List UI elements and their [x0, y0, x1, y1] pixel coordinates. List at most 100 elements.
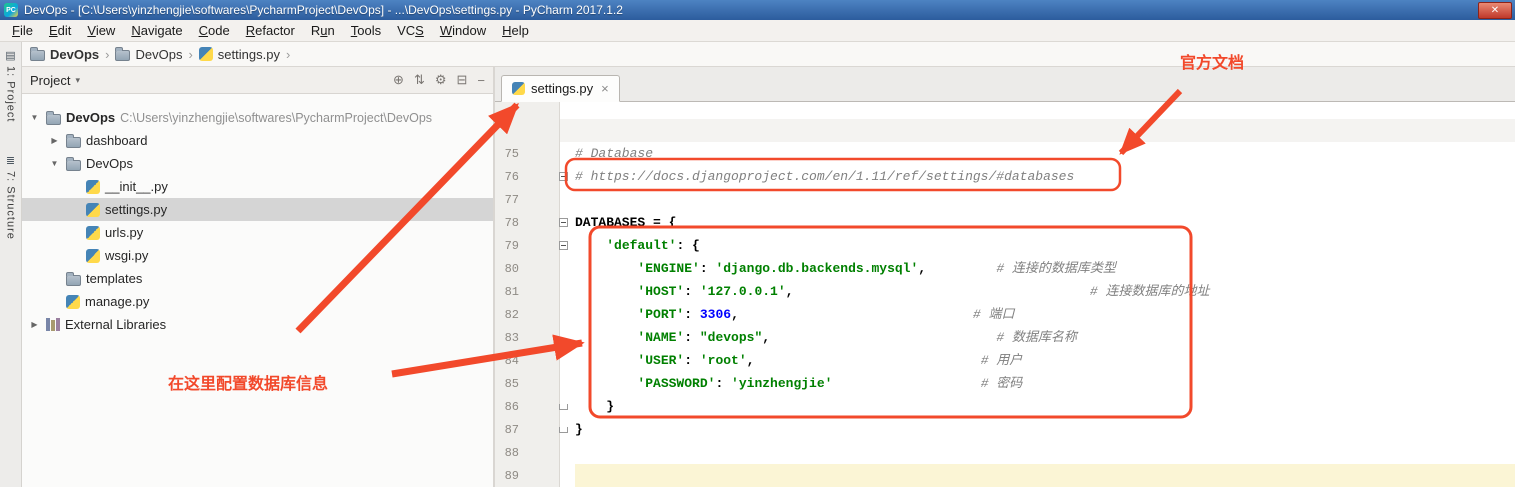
line-number[interactable]: 78 [495, 216, 559, 230]
tree-item--init-py[interactable]: __init__.py [22, 175, 493, 198]
chevron-collapsed-icon[interactable]: ▶ [48, 136, 61, 145]
menu-item-refactor[interactable]: Refactor [238, 21, 303, 40]
breadcrumb-label: DevOps [135, 47, 182, 62]
project-tool-icon: ▤ [5, 49, 15, 62]
tree-item-devops[interactable]: ▼DevOps C:\Users\yinzhengjie\softwares\P… [22, 106, 493, 129]
fold-start-icon[interactable] [559, 172, 575, 181]
chevron-expanded-icon[interactable]: ▼ [28, 113, 41, 122]
hide-panel-icon[interactable]: − [477, 73, 485, 88]
editor-line-75[interactable]: 75# Database [495, 142, 1515, 165]
python-icon [86, 226, 100, 240]
tree-item-label: urls.py [105, 225, 143, 240]
close-tab-icon[interactable]: × [601, 81, 609, 96]
collapse-all-icon[interactable]: ⊟ [457, 72, 468, 88]
line-number[interactable]: 81 [495, 285, 559, 299]
menu-item-tools[interactable]: Tools [343, 21, 389, 40]
project-panel-title: Project [30, 73, 70, 88]
content-row: Project ▾ ⊕ ⇅ ⚙ ⊟− ▼DevOps C:\Users\yinzhen… [22, 67, 1515, 487]
tree-item-urls-py[interactable]: urls.py [22, 221, 493, 244]
tree-item-label: External Libraries [65, 317, 166, 332]
code-text: DATABASES = { [575, 211, 1515, 234]
line-number[interactable]: 84 [495, 354, 559, 368]
editor[interactable]: 75# Database76# https://docs.djangoproje… [495, 102, 1515, 487]
editor-line-78[interactable]: 78 DATABASES = { [495, 211, 1515, 234]
editor-line-82[interactable]: 82 'PORT': 3306, # 端口 [495, 303, 1515, 326]
menu-item-code[interactable]: Code [191, 21, 238, 40]
line-number[interactable]: 75 [495, 147, 559, 161]
tree-item-label: __init__.py [105, 179, 168, 194]
editor-column: settings.py × 75# Database76# https://do… [495, 67, 1515, 487]
editor-line-88[interactable]: 88 [495, 441, 1515, 464]
breadcrumb-item-devops[interactable]: DevOps [30, 47, 99, 62]
code-text: 'NAME': "devops", # 数据库名称 [575, 326, 1515, 349]
tree-item-manage-py[interactable]: manage.py [22, 290, 493, 313]
tree-item-label: dashboard [86, 133, 147, 148]
menu-item-help[interactable]: Help [494, 21, 537, 40]
menu-item-vcs[interactable]: VCS [389, 21, 432, 40]
line-number[interactable]: 88 [495, 446, 559, 460]
editor-line-89[interactable]: 89 [495, 464, 1515, 487]
line-number[interactable]: 77 [495, 193, 559, 207]
editor-line-84[interactable]: 84 'USER': 'root', # 用户 [495, 349, 1515, 372]
line-number[interactable]: 83 [495, 331, 559, 345]
tab-settings-py[interactable]: settings.py × [501, 75, 620, 102]
breadcrumb-item-settings-py[interactable]: settings.py [199, 47, 280, 62]
editor-line-81[interactable]: 81 'HOST': '127.0.0.1', # 连接数据库的地址 [495, 280, 1515, 303]
chevron-down-icon[interactable]: ▾ [75, 75, 80, 86]
editor-line-79[interactable]: 79 'default': { [495, 234, 1515, 257]
project-panel: Project ▾ ⊕ ⇅ ⚙ ⊟− ▼DevOps C:\Users\yinzhen… [22, 67, 493, 487]
tree-item-label: settings.py [105, 202, 167, 217]
fold-start-icon[interactable] [559, 218, 575, 227]
breadcrumb-item-devops[interactable]: DevOps [115, 47, 182, 62]
chevron-right-icon: › [286, 47, 290, 62]
editor-line-77[interactable]: 77 [495, 188, 1515, 211]
menu-item-view[interactable]: View [79, 21, 123, 40]
tree-item-label: wsgi.py [105, 248, 148, 263]
locate-file-icon[interactable]: ⊕ [393, 72, 404, 88]
chevron-collapsed-icon[interactable]: ▶ [28, 320, 41, 329]
tab-label: settings.py [531, 81, 593, 96]
fold-end-icon[interactable] [559, 427, 575, 433]
tool-window-structure-button[interactable]: ≣ 7: Structure [5, 151, 17, 243]
line-number[interactable]: 87 [495, 423, 559, 437]
tree-item-devops[interactable]: ▼ DevOps [22, 152, 493, 175]
project-tool-label: 1: Project [5, 66, 17, 122]
editor-line-86[interactable]: 86 } [495, 395, 1515, 418]
line-number[interactable]: 76 [495, 170, 559, 184]
tree-item-wsgi-py[interactable]: wsgi.py [22, 244, 493, 267]
line-number[interactable]: 82 [495, 308, 559, 322]
line-number[interactable]: 79 [495, 239, 559, 253]
chevron-expanded-icon[interactable]: ▼ [48, 159, 61, 168]
menu-item-navigate[interactable]: Navigate [123, 21, 190, 40]
folder-icon [66, 275, 81, 286]
menu-bar: FileEditViewNavigateCodeRefactorRunTools… [0, 20, 1515, 42]
menu-item-edit[interactable]: Edit [41, 21, 79, 40]
tree-item-dashboard[interactable]: ▶ dashboard [22, 129, 493, 152]
editor-line-87[interactable]: 87} [495, 418, 1515, 441]
code-text: 'PASSWORD': 'yinzhengjie' # 密码 [575, 372, 1515, 395]
work-area: ▤ 1: Project ≣ 7: Structure DevOps › DevOp… [0, 42, 1515, 487]
settings-gear-icon[interactable]: ⚙ [435, 72, 447, 88]
fold-end-icon[interactable] [559, 404, 575, 410]
menu-item-window[interactable]: Window [432, 21, 494, 40]
editor-line-85[interactable]: 85 'PASSWORD': 'yinzhengjie' # 密码 [495, 372, 1515, 395]
menu-item-run[interactable]: Run [303, 21, 343, 40]
tree-item-templates[interactable]: templates [22, 267, 493, 290]
tree-item-external-libraries[interactable]: ▶ External Libraries [22, 313, 493, 336]
tree-item-settings-py[interactable]: settings.py [22, 198, 493, 221]
menu-item-file[interactable]: File [4, 21, 41, 40]
editor-line-76[interactable]: 76# https://docs.djangoproject.com/en/1.… [495, 165, 1515, 188]
folder-icon [66, 137, 81, 148]
tool-window-project-button[interactable]: ▤ 1: Project [5, 46, 17, 125]
editor-line-83[interactable]: 83 'NAME': "devops", # 数据库名称 [495, 326, 1515, 349]
line-number[interactable]: 89 [495, 469, 559, 483]
line-number[interactable]: 80 [495, 262, 559, 276]
code-text: 'HOST': '127.0.0.1', # 连接数据库的地址 [575, 280, 1515, 303]
flatten-packages-icon[interactable]: ⇅ [414, 72, 425, 88]
close-window-button[interactable]: ✕ [1478, 2, 1512, 19]
line-number[interactable]: 85 [495, 377, 559, 391]
editor-line-80[interactable]: 80 'ENGINE': 'django.db.backends.mysql',… [495, 257, 1515, 280]
tree-item-label: DevOps [86, 156, 133, 171]
line-number[interactable]: 86 [495, 400, 559, 414]
fold-start-icon[interactable] [559, 241, 575, 250]
